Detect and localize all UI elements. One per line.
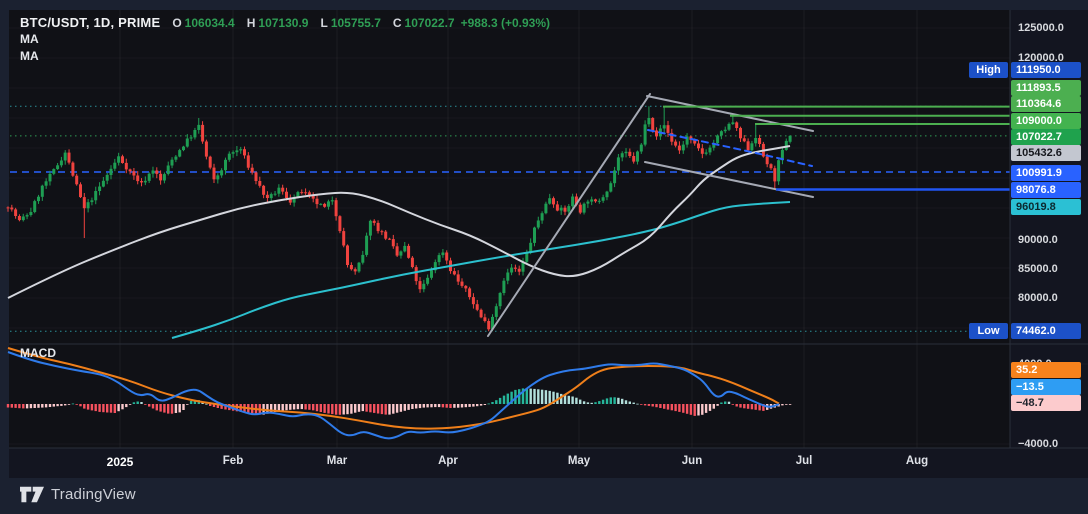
symbol-title[interactable]: BTC/USDT, 1D, PRIME xyxy=(20,15,160,30)
month-label: Feb xyxy=(223,455,243,467)
symbol-row: BTC/USDT, 1D, PRIME O 106034.4 H 107130.… xyxy=(20,14,550,31)
low-label: L xyxy=(320,16,327,30)
axis-tick-label: 80000.0 xyxy=(1018,290,1058,306)
high-value: 107130.9 xyxy=(258,16,308,30)
price-level-badge: 100991.9 xyxy=(1011,165,1081,181)
axis-tick-label: 85000.0 xyxy=(1018,261,1058,277)
time-axis[interactable]: 2025 Feb Mar Apr May Jun Jul Aug xyxy=(9,448,1088,478)
price-level-badge: −48.7 xyxy=(1011,395,1081,411)
price-level-badge: 109000.0 xyxy=(1011,113,1081,129)
ma-legend-2[interactable]: MA xyxy=(20,48,550,65)
price-level-badge: 74462.0 xyxy=(1011,323,1081,339)
chart-legend: BTC/USDT, 1D, PRIME O 106034.4 H 107130.… xyxy=(20,14,550,65)
tradingview-watermark[interactable]: TradingView xyxy=(20,486,136,503)
price-level-badge: 35.2 xyxy=(1011,362,1081,378)
month-label: Apr xyxy=(438,455,458,467)
price-level-badge: 107022.7 xyxy=(1011,129,1081,145)
tradingview-logo-icon xyxy=(20,486,44,503)
close-label: C xyxy=(393,16,402,30)
low-tag: Low xyxy=(969,323,1008,339)
tradingview-chart-window: BTC/USDT, 1D, PRIME O 106034.4 H 107130.… xyxy=(0,0,1088,514)
close-value: 107022.7 xyxy=(405,16,455,30)
month-label: Mar xyxy=(327,455,347,467)
price-level-badge: 110364.6 xyxy=(1011,96,1081,112)
month-label: Aug xyxy=(906,455,928,467)
low-value: 105755.7 xyxy=(331,16,381,30)
price-level-badge: 111893.5 xyxy=(1011,80,1081,96)
ma-legend-1[interactable]: MA xyxy=(20,31,550,48)
chart-canvas[interactable] xyxy=(0,0,1088,514)
month-label: 2025 xyxy=(107,455,134,469)
axis-tick-label: 90000.0 xyxy=(1018,232,1058,248)
watermark-text: TradingView xyxy=(51,486,136,503)
high-label: H xyxy=(247,16,256,30)
month-label: Jul xyxy=(796,455,813,467)
open-value: 106034.4 xyxy=(185,16,235,30)
macd-legend[interactable]: MACD xyxy=(20,346,56,360)
price-level-badge: 105432.6 xyxy=(1011,145,1081,161)
price-axis[interactable]: 125000.0120000.090000.085000.080000.0400… xyxy=(1010,0,1088,478)
month-label: May xyxy=(568,455,590,467)
axis-tick-label: 125000.0 xyxy=(1018,20,1064,36)
price-level-badge: −13.5 xyxy=(1011,379,1081,395)
price-level-badge: 111950.0 xyxy=(1011,62,1081,78)
change-value: +988.3 (+0.93%) xyxy=(461,16,550,30)
month-label: Jun xyxy=(682,455,702,467)
open-label: O xyxy=(172,16,181,30)
price-level-badge: 98076.8 xyxy=(1011,182,1081,198)
price-level-badge: 96019.8 xyxy=(1011,199,1081,215)
high-tag: High xyxy=(969,62,1008,78)
